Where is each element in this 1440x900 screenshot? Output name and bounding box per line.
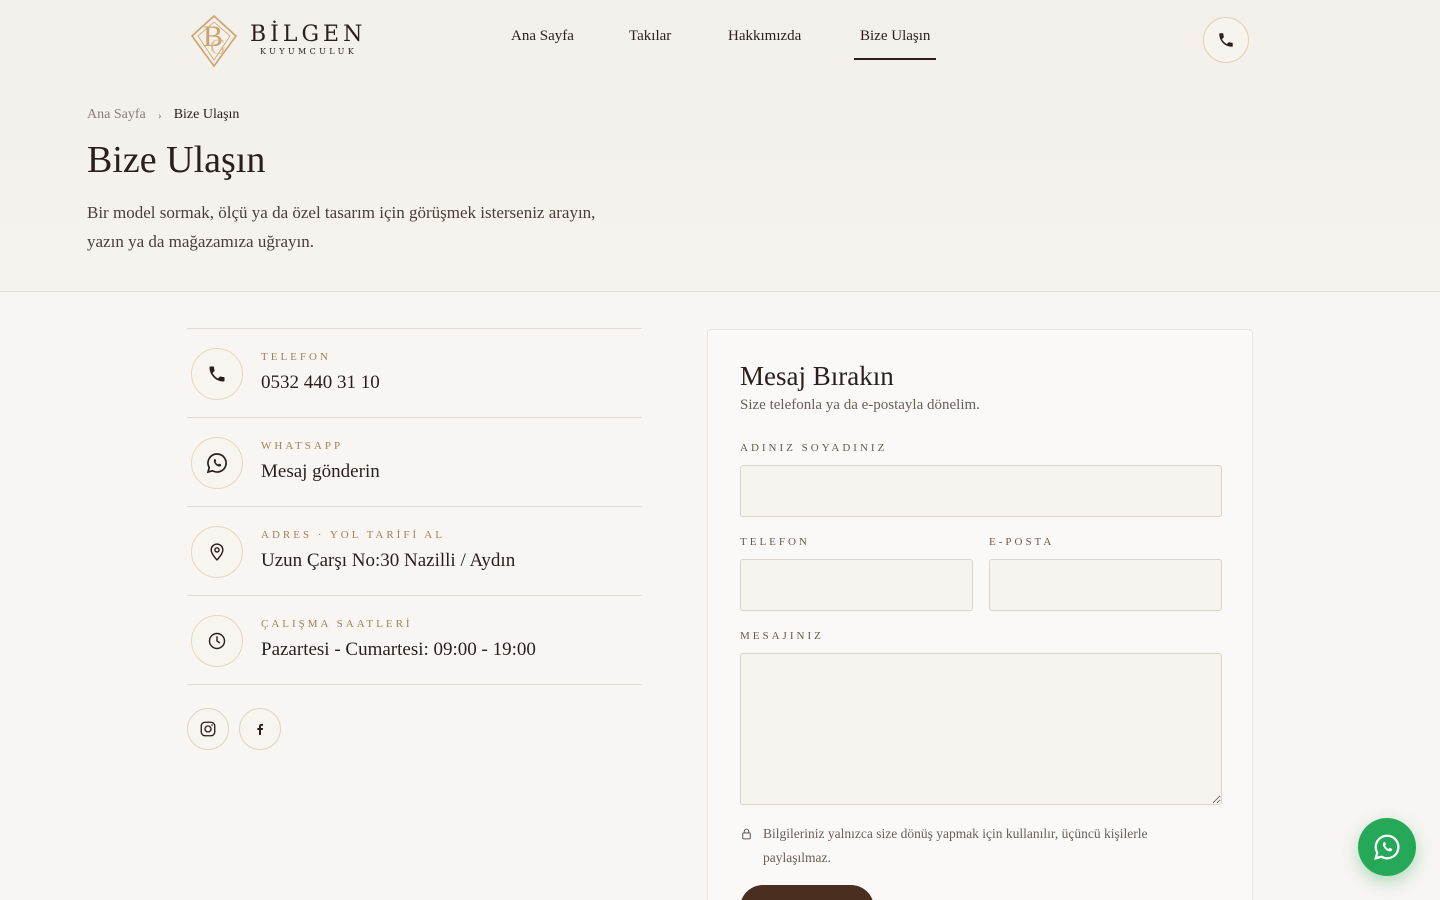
chevron-right-icon: ›: [157, 107, 162, 122]
email-input[interactable]: [989, 559, 1222, 611]
brand-name: BİLGEN: [250, 21, 367, 47]
page-description: Bir model sormak, ölçü ya da özel tasarı…: [87, 203, 596, 251]
form-subtitle: Size telefonla ya da e-postayla dönelim.: [740, 397, 980, 413]
phone-input[interactable]: [740, 559, 973, 611]
breadcrumb-current: Bize Ulaşın: [173, 107, 240, 122]
contact-value: Mesaj gönderin: [261, 461, 380, 482]
contact-item-address[interactable]: ADRES · YOL TARİFİ AL Uzun Çarşı No:30 N…: [187, 507, 642, 596]
phone-icon: [1219, 33, 1233, 47]
phone-icon: [209, 366, 225, 382]
message-label: MESAJINIZ: [740, 630, 824, 642]
contact-icon-wrap: [191, 615, 243, 667]
contact-label: ADRES · YOL TARİFİ AL: [261, 529, 445, 541]
name-input[interactable]: [740, 465, 1222, 517]
contact-list: TELEFON 0532 440 31 10 WHATSAPP Mesaj gö…: [187, 328, 642, 685]
site-header: B G BİLGEN KUYUMCULUK Ana Sayfa Takılar …: [0, 0, 1440, 80]
location-pin-icon: [210, 543, 224, 561]
contact-item-hours: ÇALIŞMA SAATLERİ Pazartesi - Cumartesi: …: [187, 596, 642, 685]
lock-icon: [742, 828, 751, 840]
breadcrumb: Ana Sayfa › Bize Ulaşın: [87, 107, 239, 123]
contact-icon-wrap: [191, 526, 243, 578]
contact-icon-wrap: [191, 348, 243, 400]
breadcrumb-home[interactable]: Ana Sayfa: [87, 107, 146, 123]
contact-value: 0532 440 31 10: [261, 372, 380, 393]
nav-item-jewelry[interactable]: Takılar: [629, 28, 671, 45]
nav-item-contact[interactable]: Bize Ulaşın: [853, 28, 937, 60]
message-textarea[interactable]: [740, 653, 1222, 805]
contact-item-whatsapp[interactable]: WHATSAPP Mesaj gönderin: [187, 418, 642, 507]
whatsapp-icon: [1374, 834, 1400, 860]
contact-label: TELEFON: [261, 351, 331, 363]
form-title: Mesaj Bırakın: [740, 361, 894, 391]
facebook-button[interactable]: [239, 708, 281, 750]
logo-mark-icon: B G: [190, 14, 238, 68]
name-label: ADINIZ SOYADINIZ: [740, 442, 888, 454]
page-title: Bize Ulaşın: [87, 139, 266, 181]
instagram-button[interactable]: [187, 708, 229, 750]
social-links: [187, 708, 281, 750]
facebook-icon: [257, 723, 264, 735]
phone-label: TELEFON: [740, 536, 810, 548]
message-form-card: Mesaj Bırakın Size telefonla ya da e-pos…: [707, 329, 1253, 900]
nav-item-about[interactable]: Hakkımızda: [728, 28, 801, 45]
contact-icon-wrap: [191, 437, 243, 489]
instagram-icon: [200, 721, 216, 737]
privacy-text: Bilgileriniz yalnızca size dönüş yapmak …: [763, 826, 1148, 865]
brand-logo[interactable]: B G BİLGEN KUYUMCULUK: [188, 10, 366, 68]
nav-item-home[interactable]: Ana Sayfa: [511, 28, 574, 45]
contact-label: ÇALIŞMA SAATLERİ: [261, 618, 413, 630]
header-call-button[interactable]: [1203, 17, 1249, 63]
contact-value: Uzun Çarşı No:30 Nazilli / Aydın: [261, 550, 516, 571]
contact-value: Pazartesi - Cumartesi: 09:00 - 19:00: [261, 639, 536, 660]
whatsapp-icon: [206, 453, 227, 474]
brand-subtitle: KUYUMCULUK: [260, 46, 358, 56]
email-label: E-POSTA: [989, 536, 1055, 548]
contact-item-phone[interactable]: TELEFON 0532 440 31 10: [187, 329, 642, 418]
contact-label: WHATSAPP: [261, 440, 344, 452]
clock-icon: [208, 632, 226, 650]
whatsapp-float-button[interactable]: [1358, 818, 1416, 876]
svg-text:G: G: [210, 34, 226, 59]
submit-button[interactable]: [740, 885, 874, 900]
privacy-note: Bilgileriniz yalnızca size dönüş yapmak …: [740, 822, 1210, 870]
